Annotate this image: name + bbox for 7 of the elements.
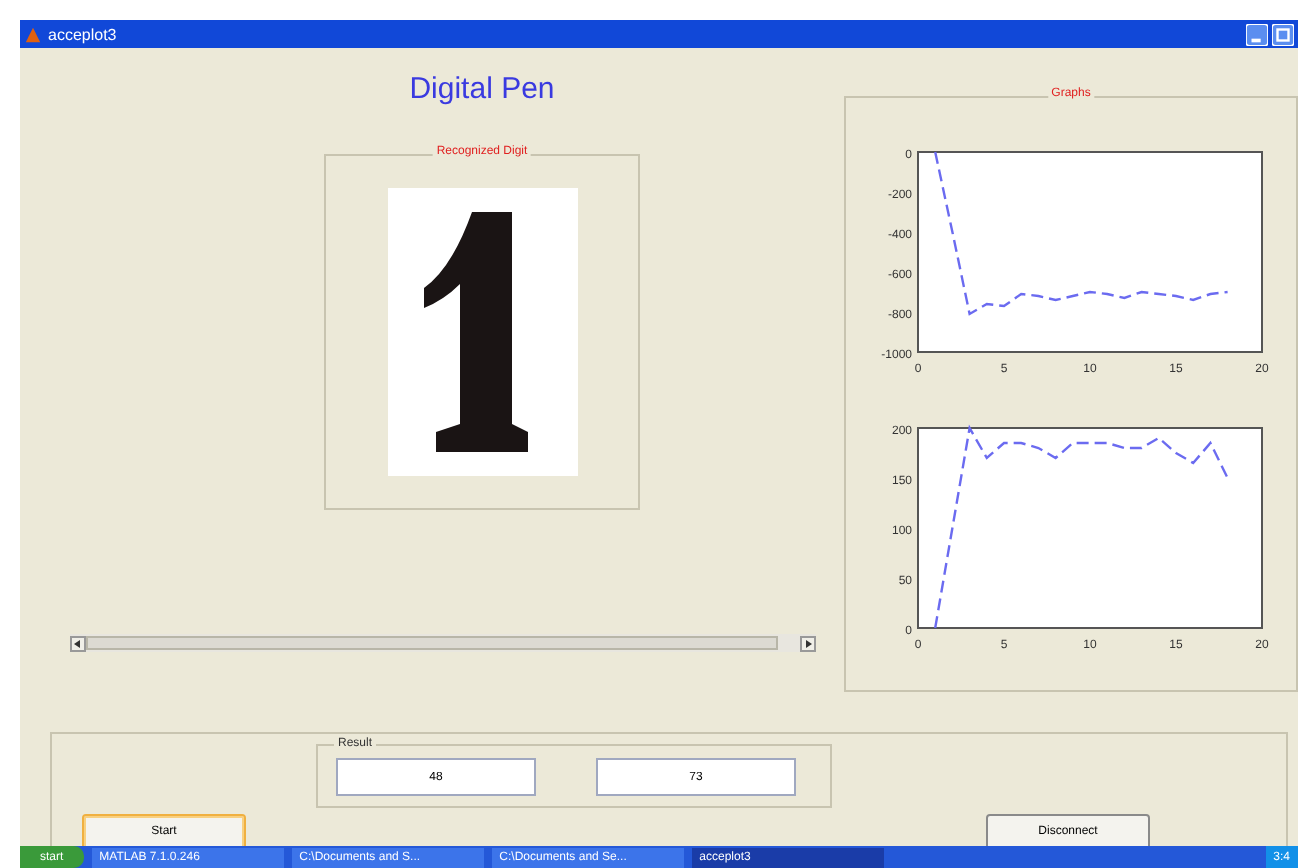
line-series bbox=[934, 426, 1229, 630]
window-title: acceplot3 bbox=[48, 25, 117, 43]
minimize-button[interactable] bbox=[1246, 23, 1268, 45]
app-icon bbox=[24, 25, 42, 43]
line-series bbox=[934, 150, 1229, 316]
app-heading: Digital Pen bbox=[409, 72, 555, 106]
maximize-button[interactable] bbox=[1272, 23, 1294, 45]
